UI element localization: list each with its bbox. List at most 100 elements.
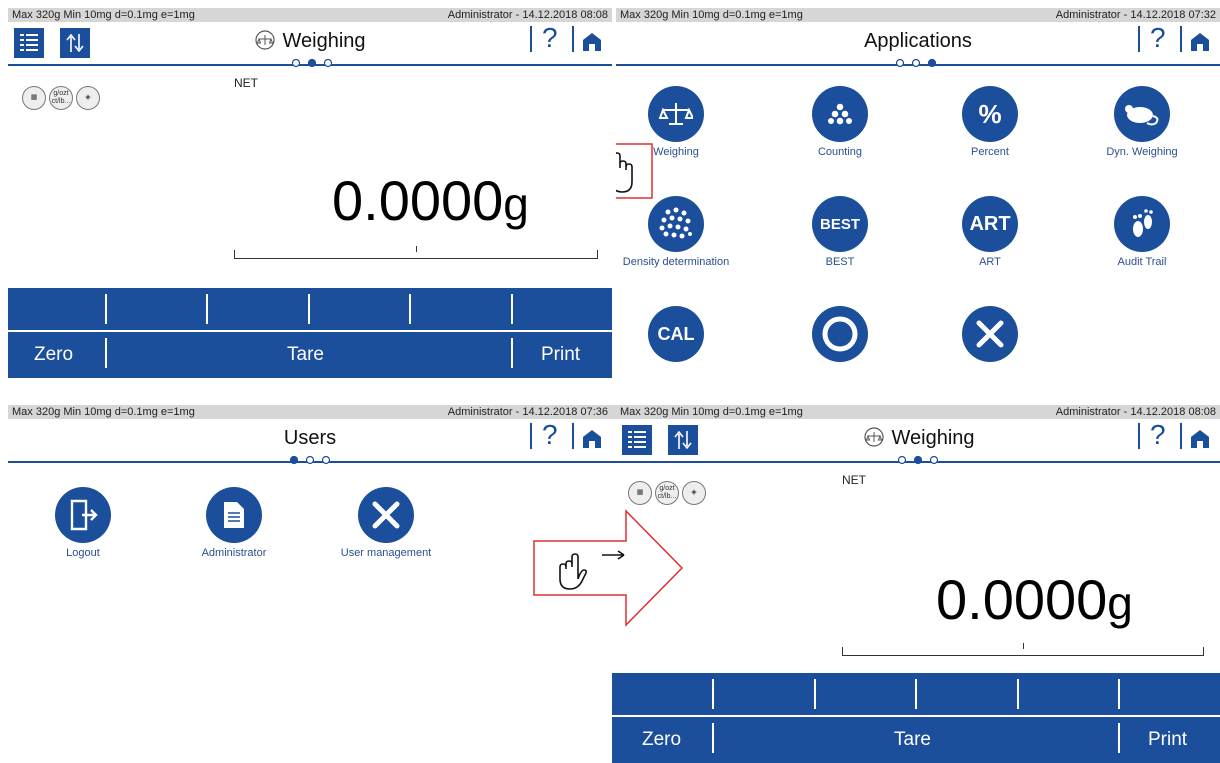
applications-screen: Max 320g Min 10mg d=0.1mg e=1mg Administ…: [616, 8, 1220, 378]
app-ring[interactable]: [780, 306, 900, 366]
status-user-datetime: Administrator - 14.12.2018 07:32: [1055, 9, 1216, 21]
tools-icon: [358, 487, 414, 543]
document-icon: [206, 487, 262, 543]
app-art[interactable]: ART ART: [930, 196, 1050, 268]
separator: [1180, 26, 1182, 52]
weighing-screen-2: Max 320g Min 10mg d=0.1mg e=1mg Administ…: [612, 405, 1220, 763]
net-label: NET: [234, 76, 258, 90]
swipe-left-arrow: [616, 143, 653, 199]
softkey-bar: Zero Tare Print: [8, 288, 612, 378]
page-title: Weighing: [8, 30, 612, 53]
user-management[interactable]: User management: [326, 487, 446, 559]
scale-icon: [864, 427, 885, 447]
unit-switch-icon[interactable]: g/ozt ct/lb...: [655, 481, 679, 505]
status-user-datetime: Administrator - 14.12.2018 07:36: [447, 406, 608, 418]
app-percent[interactable]: % Percent: [930, 86, 1050, 158]
weight-unit: g: [1107, 577, 1133, 629]
percent-icon: %: [962, 86, 1018, 142]
scale-icon: [255, 30, 276, 50]
user-logout[interactable]: Logout: [23, 487, 143, 559]
status-user-datetime: Administrator - 14.12.2018 08:08: [447, 9, 608, 21]
weighing-screen-1: Max 320g Min 10mg d=0.1mg e=1mg Administ…: [8, 8, 612, 378]
status-scale-info: Max 320g Min 10mg d=0.1mg e=1mg: [12, 9, 195, 21]
app-counting[interactable]: Counting: [780, 86, 900, 158]
capacity-bar: [842, 643, 1204, 656]
separator: [1180, 423, 1182, 449]
tools-icon: [962, 306, 1018, 362]
header: Weighing ?: [612, 419, 1220, 465]
status-bar: Max 320g Min 10mg d=0.1mg e=1mg Administ…: [8, 8, 612, 22]
status-scale-info: Max 320g Min 10mg d=0.1mg e=1mg: [12, 406, 195, 418]
weight-unit: g: [503, 178, 529, 230]
separator: [572, 423, 574, 449]
tare-button[interactable]: Tare: [894, 729, 931, 751]
status-bar: Max 320g Min 10mg d=0.1mg e=1mg Administ…: [8, 405, 612, 419]
separator: [1138, 423, 1140, 449]
help-button[interactable]: ?: [1150, 419, 1166, 451]
print-button[interactable]: Print: [1148, 729, 1187, 751]
user-administrator[interactable]: Administrator: [174, 487, 294, 559]
weight-display: 0.0000g: [332, 168, 529, 233]
status-user-datetime: Administrator - 14.12.2018 08:08: [1055, 406, 1216, 418]
bubbles-icon: [648, 196, 704, 252]
app-cal[interactable]: CAL: [616, 306, 736, 366]
help-button[interactable]: ?: [542, 419, 558, 451]
main-keys-row: Zero Tare Print: [8, 332, 612, 376]
header: Users ?: [8, 419, 612, 465]
page-title: Applications: [864, 30, 972, 52]
page-indicator: [895, 59, 937, 68]
help-button[interactable]: ?: [542, 22, 558, 54]
weight-value: 0.0000: [332, 169, 504, 232]
tare-button[interactable]: Tare: [287, 344, 324, 366]
status-scale-info: Max 320g Min 10mg d=0.1mg e=1mg: [620, 406, 803, 418]
tag-icon[interactable]: ◈: [682, 481, 706, 505]
home-icon[interactable]: [582, 429, 602, 449]
app-settings[interactable]: [930, 306, 1050, 366]
home-icon[interactable]: [582, 32, 602, 52]
dots-icon: [812, 86, 868, 142]
door-icon: [55, 487, 111, 543]
zero-button[interactable]: Zero: [34, 344, 73, 366]
home-icon[interactable]: [1190, 32, 1210, 52]
chart-icon[interactable]: ▦: [22, 86, 46, 110]
page-title: Users: [283, 427, 337, 449]
cal-icon: CAL: [648, 306, 704, 362]
capacity-bar: [234, 246, 598, 259]
header: Applications ?: [616, 22, 1220, 68]
page-title: Weighing: [618, 427, 1220, 450]
footprint-icon: [1114, 196, 1170, 252]
swipe-right-arrow: [533, 509, 684, 627]
separator: [530, 26, 532, 52]
softkey-bar: Zero Tare Print: [612, 673, 1220, 763]
header: Weighing ?: [8, 22, 612, 68]
main-keys-row: Zero Tare Print: [612, 717, 1220, 761]
app-dyn-weighing[interactable]: Dyn. Weighing: [1082, 86, 1202, 158]
unit-switch-icon[interactable]: g/ozt ct/lb...: [49, 86, 73, 110]
separator: [572, 26, 574, 52]
function-keys-row: [612, 673, 1220, 717]
function-keys-row: [8, 288, 612, 332]
help-button[interactable]: ?: [1150, 22, 1166, 54]
quick-functions: ▦ g/ozt ct/lb... ◈: [22, 86, 100, 110]
ring-icon: [812, 306, 868, 362]
page-indicator: [289, 456, 331, 465]
weight-value: 0.0000: [936, 568, 1108, 631]
print-button[interactable]: Print: [541, 344, 580, 366]
tag-icon[interactable]: ◈: [76, 86, 100, 110]
status-scale-info: Max 320g Min 10mg d=0.1mg e=1mg: [620, 9, 803, 21]
weight-display: 0.0000g: [936, 567, 1133, 632]
quick-functions: ▦ g/ozt ct/lb... ◈: [628, 481, 706, 505]
chart-icon[interactable]: ▦: [628, 481, 652, 505]
zero-button[interactable]: Zero: [642, 729, 681, 751]
scale-icon: [648, 86, 704, 142]
page-indicator: [897, 456, 939, 465]
separator: [530, 423, 532, 449]
app-best[interactable]: BEST BEST: [780, 196, 900, 268]
art-icon: ART: [962, 196, 1018, 252]
mouse-icon: [1114, 86, 1170, 142]
app-audit-trail[interactable]: Audit Trail: [1082, 196, 1202, 268]
home-icon[interactable]: [1190, 429, 1210, 449]
best-icon: BEST: [812, 196, 868, 252]
status-bar: Max 320g Min 10mg d=0.1mg e=1mg Administ…: [612, 405, 1220, 419]
status-bar: Max 320g Min 10mg d=0.1mg e=1mg Administ…: [616, 8, 1220, 22]
